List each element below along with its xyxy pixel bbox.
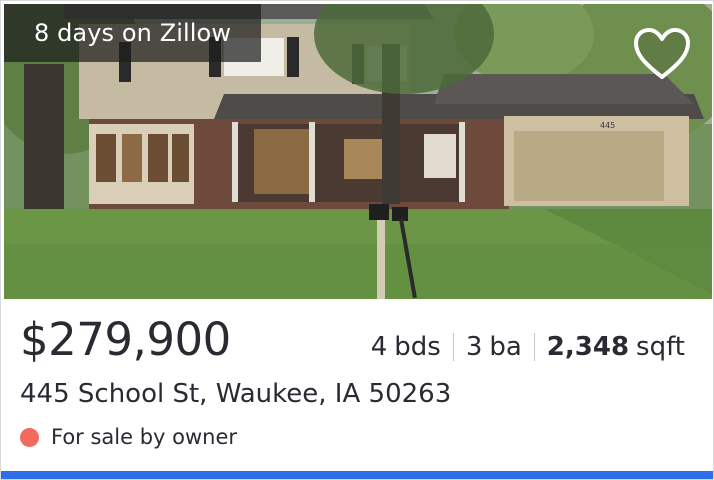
beds-unit: bds <box>394 332 441 362</box>
baths-unit: ba <box>489 332 522 362</box>
status-dot-icon <box>20 427 39 447</box>
listing-status: For sale by owner <box>20 425 237 449</box>
beds-count: 4 <box>370 332 388 362</box>
listing-price: $279,900 <box>20 313 231 366</box>
listing-address[interactable]: 445 School St, Waukee, IA 50263 <box>20 379 451 409</box>
listing-card[interactable]: 445 8 days on Zillow $279,900 4 bds 3 ba… <box>0 0 714 480</box>
status-label: For sale by owner <box>51 425 238 449</box>
baths-fact: 3 ba <box>466 332 522 362</box>
heart-outline-icon[interactable] <box>632 26 692 82</box>
beds-fact: 4 bds <box>371 332 441 362</box>
sqft-unit: sqft <box>636 332 685 362</box>
sqft-fact: 2,348 sqft <box>547 332 685 362</box>
listing-facts: 4 bds 3 ba 2,348 sqft <box>371 332 685 362</box>
baths-count: 3 <box>465 332 483 362</box>
fact-divider <box>533 333 535 361</box>
days-on-market-badge: 8 days on Zillow <box>4 4 262 62</box>
listing-info: $279,900 4 bds 3 ba 2,348 sqft 445 Schoo… <box>4 299 712 471</box>
sqft-count: 2,348 <box>546 332 630 362</box>
listing-photo[interactable]: 445 8 days on Zillow <box>4 4 712 299</box>
house-number-text: 445 <box>600 121 615 130</box>
fact-divider <box>452 333 454 361</box>
card-accent-bar <box>1 471 713 479</box>
